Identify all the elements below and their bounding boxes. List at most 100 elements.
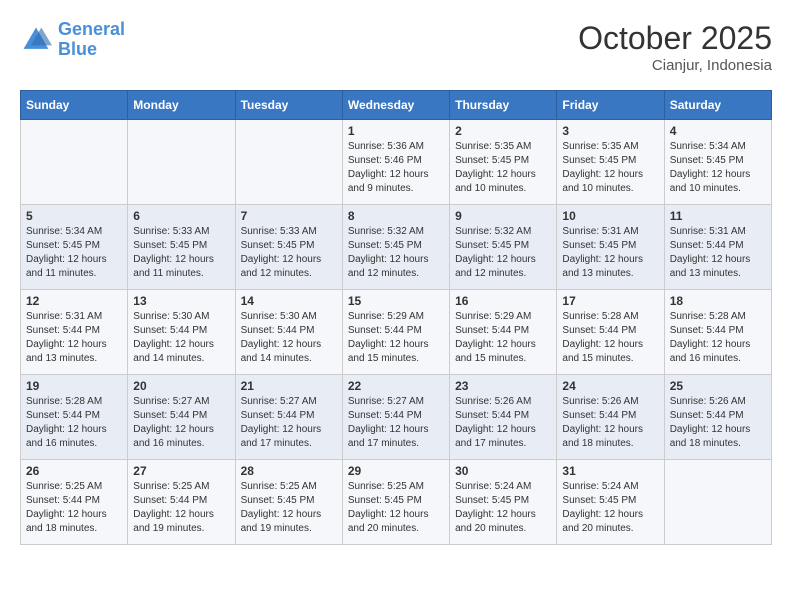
day-info: Sunrise: 5:31 AM Sunset: 5:44 PM Dayligh… [670,225,766,281]
logo-icon [20,24,52,56]
calendar-week-row: 5 Sunrise: 5:34 AM Sunset: 5:45 PM Daylig… [21,205,772,290]
calendar-cell: 3Sunrise: 5:35 AM Sunset: 5:45 PM Daylig… [557,120,664,205]
day-number: 29 [348,464,444,478]
logo-blue: Blue [58,40,125,60]
weekday-header: Friday [557,91,664,120]
day-number: 26 [26,464,122,478]
day-info: Sunrise: 5:29 AM Sunset: 5:44 PM Dayligh… [348,310,444,366]
day-info: Sunrise: 5:28 AM Sunset: 5:44 PM Dayligh… [670,310,766,366]
weekday-header: Tuesday [235,91,342,120]
calendar-cell: 12 Sunrise: 5:31 AM Sunset: 5:44 PM Dayli… [21,290,128,375]
calendar-cell: 30Sunrise: 5:24 AM Sunset: 5:45 PM Dayli… [450,460,557,545]
day-number: 18 [670,294,766,308]
calendar-header: SundayMondayTuesdayWednesdayThursdayFrid… [21,91,772,120]
calendar-body: 1Sunrise: 5:36 AM Sunset: 5:46 PM Daylig… [21,120,772,545]
calendar-cell: 28Sunrise: 5:25 AM Sunset: 5:45 PM Dayli… [235,460,342,545]
day-number: 8 [348,209,444,223]
day-number: 21 [241,379,337,393]
calendar-cell: 10 Sunrise: 5:31 AM Sunset: 5:45 PM Dayli… [557,205,664,290]
calendar-cell: 2Sunrise: 5:35 AM Sunset: 5:45 PM Daylig… [450,120,557,205]
day-info: Sunrise: 5:27 AM Sunset: 5:44 PM Dayligh… [133,395,229,451]
day-info: Sunrise: 5:26 AM Sunset: 5:44 PM Dayligh… [562,395,658,451]
day-number: 30 [455,464,551,478]
calendar-cell: 14Sunrise: 5:30 AM Sunset: 5:44 PM Dayli… [235,290,342,375]
calendar-cell: 1Sunrise: 5:36 AM Sunset: 5:46 PM Daylig… [342,120,449,205]
calendar-cell [21,120,128,205]
calendar-cell: 6 Sunrise: 5:33 AM Sunset: 5:45 PM Daylig… [128,205,235,290]
weekday-header: Sunday [21,91,128,120]
day-info: Sunrise: 5:28 AM Sunset: 5:44 PM Dayligh… [562,310,658,366]
day-info: Sunrise: 5:30 AM Sunset: 5:44 PM Dayligh… [241,310,337,366]
calendar-table: SundayMondayTuesdayWednesdayThursdayFrid… [20,90,772,545]
day-info: Sunrise: 5:27 AM Sunset: 5:44 PM Dayligh… [348,395,444,451]
day-info: Sunrise: 5:34 AM Sunset: 5:45 PM Dayligh… [670,140,766,196]
day-info: Sunrise: 5:31 AM Sunset: 5:44 PM Dayligh… [26,310,122,366]
calendar-cell: 23 Sunrise: 5:26 AM Sunset: 5:44 PM Dayli… [450,375,557,460]
day-number: 5 [26,209,122,223]
day-number: 22 [348,379,444,393]
day-info: Sunrise: 5:28 AM Sunset: 5:44 PM Dayligh… [26,395,122,451]
day-info: Sunrise: 5:24 AM Sunset: 5:45 PM Dayligh… [562,480,658,536]
calendar-week-row: 19Sunrise: 5:28 AM Sunset: 5:44 PM Dayli… [21,375,772,460]
day-number: 3 [562,124,658,138]
calendar-cell [664,460,771,545]
day-number: 9 [455,209,551,223]
day-info: Sunrise: 5:29 AM Sunset: 5:44 PM Dayligh… [455,310,551,366]
day-info: Sunrise: 5:34 AM Sunset: 5:45 PM Dayligh… [26,225,122,281]
weekday-header: Saturday [664,91,771,120]
day-number: 23 [455,379,551,393]
calendar-cell [235,120,342,205]
calendar-cell: 31 Sunrise: 5:24 AM Sunset: 5:45 PM Dayli… [557,460,664,545]
day-info: Sunrise: 5:26 AM Sunset: 5:44 PM Dayligh… [455,395,551,451]
day-number: 15 [348,294,444,308]
day-info: Sunrise: 5:27 AM Sunset: 5:44 PM Dayligh… [241,395,337,451]
day-number: 25 [670,379,766,393]
logo: General Blue [20,20,125,60]
day-info: Sunrise: 5:30 AM Sunset: 5:44 PM Dayligh… [133,310,229,366]
calendar-cell: 13 Sunrise: 5:30 AM Sunset: 5:44 PM Dayli… [128,290,235,375]
header-row: SundayMondayTuesdayWednesdayThursdayFrid… [21,91,772,120]
calendar-cell: 27Sunrise: 5:25 AM Sunset: 5:44 PM Dayli… [128,460,235,545]
page-header: General Blue October 2025 Cianjur, Indon… [20,20,772,74]
day-number: 6 [133,209,229,223]
day-info: Sunrise: 5:32 AM Sunset: 5:45 PM Dayligh… [348,225,444,281]
calendar-cell: 25Sunrise: 5:26 AM Sunset: 5:44 PM Dayli… [664,375,771,460]
calendar-cell: 24 Sunrise: 5:26 AM Sunset: 5:44 PM Dayli… [557,375,664,460]
location-subtitle: Cianjur, Indonesia [578,57,772,74]
calendar-cell: 19Sunrise: 5:28 AM Sunset: 5:44 PM Dayli… [21,375,128,460]
day-info: Sunrise: 5:25 AM Sunset: 5:45 PM Dayligh… [241,480,337,536]
calendar-cell: 11Sunrise: 5:31 AM Sunset: 5:44 PM Dayli… [664,205,771,290]
logo-general: General [58,19,125,39]
day-number: 12 [26,294,122,308]
calendar-week-row: 12 Sunrise: 5:31 AM Sunset: 5:44 PM Dayli… [21,290,772,375]
day-number: 13 [133,294,229,308]
calendar-cell: 5 Sunrise: 5:34 AM Sunset: 5:45 PM Daylig… [21,205,128,290]
calendar-cell: 20 Sunrise: 5:27 AM Sunset: 5:44 PM Dayli… [128,375,235,460]
day-number: 24 [562,379,658,393]
calendar-cell: 17 Sunrise: 5:28 AM Sunset: 5:44 PM Dayli… [557,290,664,375]
day-number: 17 [562,294,658,308]
day-number: 20 [133,379,229,393]
day-info: Sunrise: 5:36 AM Sunset: 5:46 PM Dayligh… [348,140,444,196]
day-number: 31 [562,464,658,478]
day-number: 7 [241,209,337,223]
day-number: 10 [562,209,658,223]
title-block: October 2025 Cianjur, Indonesia [578,20,772,74]
calendar-cell: 22 Sunrise: 5:27 AM Sunset: 5:44 PM Dayli… [342,375,449,460]
day-info: Sunrise: 5:31 AM Sunset: 5:45 PM Dayligh… [562,225,658,281]
day-info: Sunrise: 5:32 AM Sunset: 5:45 PM Dayligh… [455,225,551,281]
calendar-cell: 7Sunrise: 5:33 AM Sunset: 5:45 PM Daylig… [235,205,342,290]
weekday-header: Thursday [450,91,557,120]
day-info: Sunrise: 5:33 AM Sunset: 5:45 PM Dayligh… [133,225,229,281]
calendar-cell: 9 Sunrise: 5:32 AM Sunset: 5:45 PM Daylig… [450,205,557,290]
day-info: Sunrise: 5:35 AM Sunset: 5:45 PM Dayligh… [455,140,551,196]
day-info: Sunrise: 5:25 AM Sunset: 5:44 PM Dayligh… [133,480,229,536]
calendar-week-row: 26 Sunrise: 5:25 AM Sunset: 5:44 PM Dayli… [21,460,772,545]
calendar-cell: 29 Sunrise: 5:25 AM Sunset: 5:45 PM Dayli… [342,460,449,545]
day-info: Sunrise: 5:25 AM Sunset: 5:44 PM Dayligh… [26,480,122,536]
calendar-week-row: 1Sunrise: 5:36 AM Sunset: 5:46 PM Daylig… [21,120,772,205]
day-info: Sunrise: 5:25 AM Sunset: 5:45 PM Dayligh… [348,480,444,536]
calendar-cell: 21 Sunrise: 5:27 AM Sunset: 5:44 PM Dayli… [235,375,342,460]
month-title: October 2025 [578,20,772,57]
logo-text: General Blue [58,20,125,60]
